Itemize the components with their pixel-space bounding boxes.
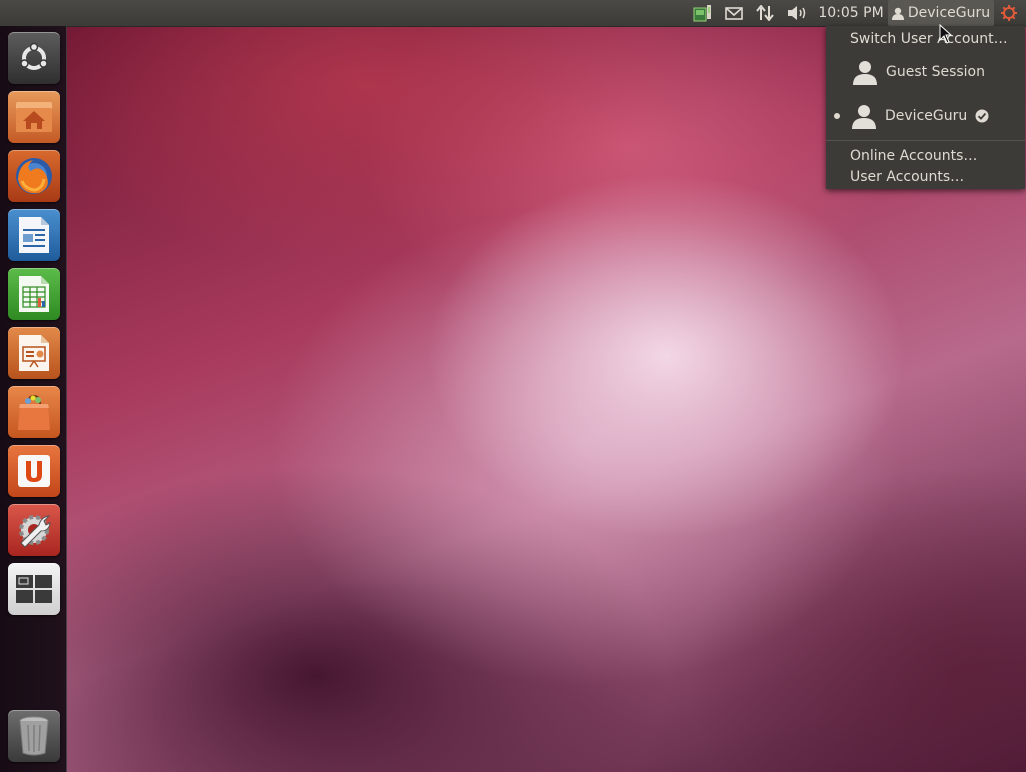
switch-user-account-label: Switch User Account… — [850, 31, 1008, 47]
checkmark-icon — [975, 109, 989, 123]
user-accounts-item[interactable]: User Accounts… — [826, 166, 1025, 188]
active-bullet-icon — [834, 113, 840, 119]
launcher-workspace-switcher[interactable] — [8, 563, 60, 615]
launcher-software-center[interactable] — [8, 386, 60, 438]
launcher-dash-home[interactable] — [8, 32, 60, 84]
speaker-icon — [788, 6, 806, 20]
home-folder-icon — [16, 102, 52, 132]
current-user-item[interactable]: DeviceGuru — [826, 98, 1025, 134]
user-avatar-icon — [852, 105, 876, 129]
guest-session-item[interactable]: Guest Session — [826, 54, 1025, 90]
top-panel: 10:05 PM DeviceGuru — [0, 0, 1026, 27]
launcher-home-folder[interactable] — [8, 91, 60, 143]
launcher-libreoffice-impress[interactable] — [8, 327, 60, 379]
menu-separator — [826, 140, 1025, 141]
session-indicator[interactable] — [996, 0, 1022, 26]
launcher-firefox[interactable] — [8, 150, 60, 202]
launcher-trash[interactable] — [8, 710, 60, 762]
user-indicator[interactable]: DeviceGuru — [888, 0, 994, 26]
launcher-libreoffice-calc[interactable] — [8, 268, 60, 320]
launcher — [0, 26, 67, 772]
transfer-indicator[interactable] — [755, 0, 775, 26]
switch-user-account-item[interactable]: Switch User Account… — [826, 28, 1025, 50]
launcher-ubuntu-one[interactable] — [8, 445, 60, 497]
firefox-icon — [16, 158, 52, 194]
network-icon — [693, 5, 711, 22]
guest-session-label: Guest Session — [886, 64, 985, 80]
guest-avatar-icon — [853, 61, 877, 85]
gear-power-icon — [1001, 5, 1017, 21]
trash-icon — [19, 716, 49, 756]
launcher-system-settings[interactable] — [8, 504, 60, 556]
user-icon — [891, 7, 904, 20]
launcher-libreoffice-writer[interactable] — [8, 209, 60, 261]
online-accounts-label: Online Accounts… — [850, 148, 978, 164]
clock[interactable]: 10:05 PM — [816, 0, 886, 26]
online-accounts-item[interactable]: Online Accounts… — [826, 145, 1025, 167]
settings-wrench-icon — [19, 515, 51, 548]
calc-icon — [19, 276, 49, 312]
arrows-updown-icon — [756, 5, 774, 21]
shopping-bag-icon — [18, 394, 50, 430]
user-indicator-label: DeviceGuru — [907, 5, 991, 21]
network-indicator[interactable] — [692, 0, 714, 26]
ubuntu-one-icon — [18, 455, 50, 487]
clock-label: 10:05 PM — [818, 5, 884, 21]
user-accounts-label: User Accounts… — [850, 169, 965, 185]
writer-icon — [19, 217, 49, 253]
envelope-icon — [725, 6, 743, 20]
sound-indicator[interactable] — [786, 0, 810, 26]
current-user-label: DeviceGuru — [885, 108, 968, 124]
user-menu: Switch User Account… Guest Session Devic… — [826, 26, 1025, 189]
ubuntu-logo-icon — [20, 42, 48, 70]
messaging-indicator[interactable] — [724, 0, 744, 26]
impress-icon — [19, 335, 49, 371]
mouse-cursor-icon — [939, 24, 953, 44]
workspaces-icon — [16, 575, 52, 603]
